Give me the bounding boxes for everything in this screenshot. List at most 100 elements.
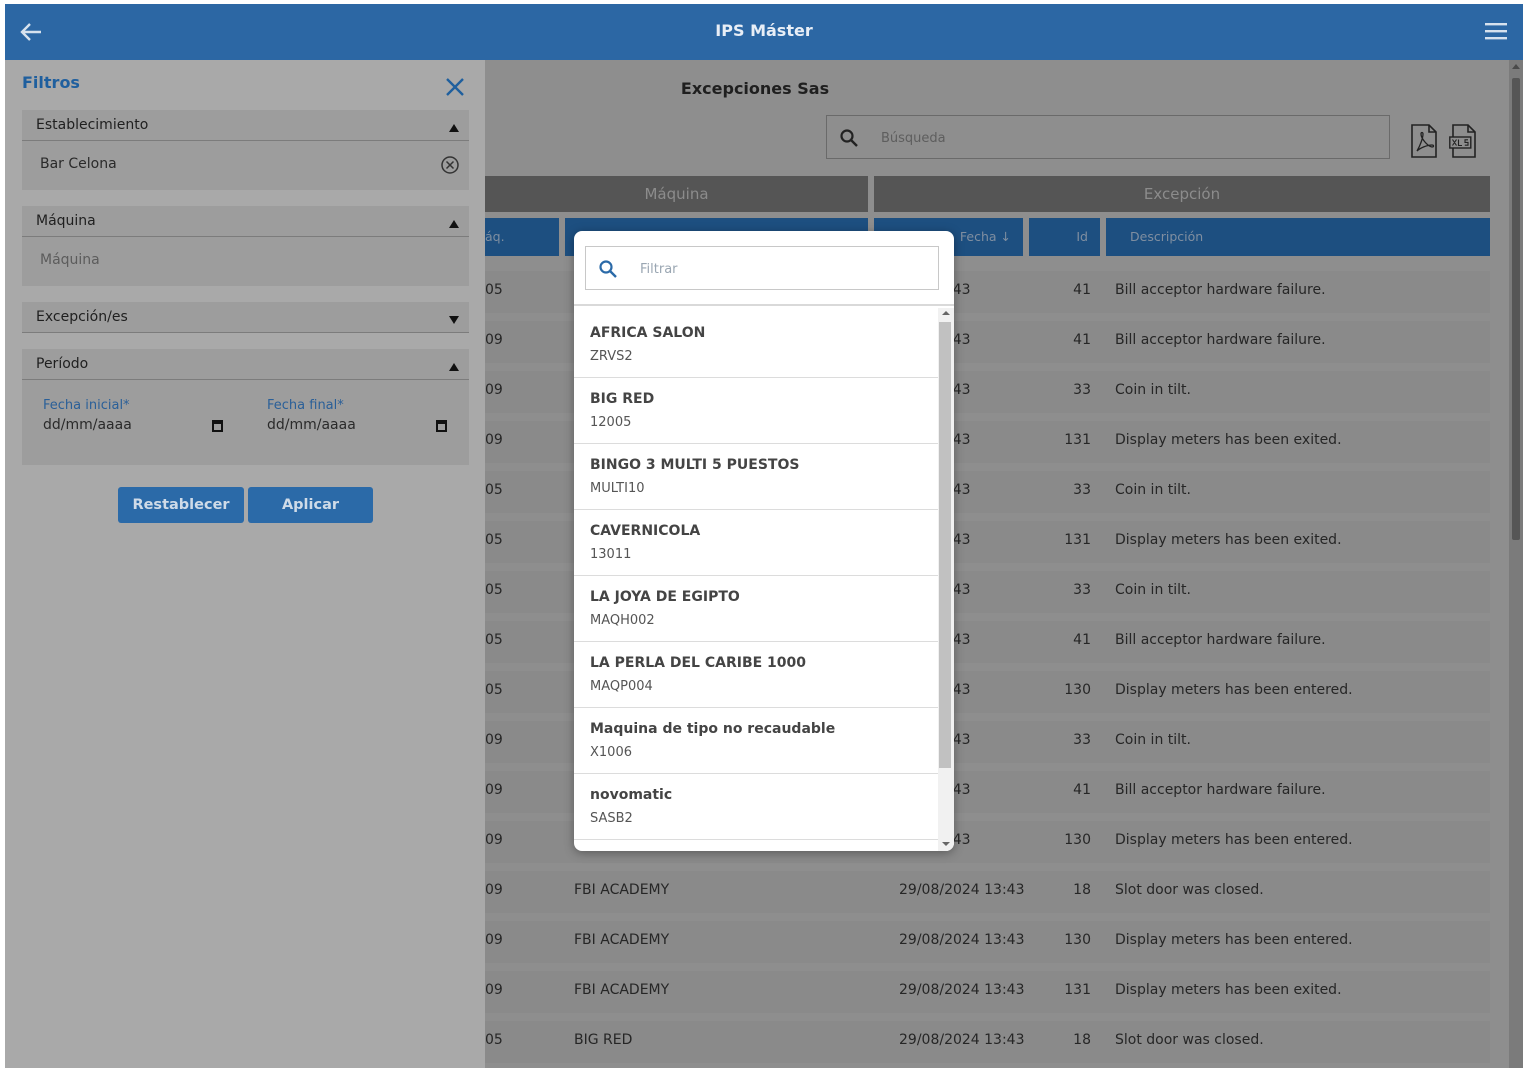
search-box[interactable]: [826, 115, 1390, 159]
col-header-num-maquina[interactable]: áq.: [485, 218, 559, 256]
search-icon: [599, 260, 617, 278]
divider: [574, 304, 954, 306]
cell-id: 131: [1064, 432, 1091, 448]
col-header-id[interactable]: Id: [1029, 218, 1100, 256]
calendar-icon[interactable]: [436, 420, 447, 432]
section-header-excepciones[interactable]: Excepción/es: [22, 302, 469, 333]
machine-dropdown: AFRICA SALON ZRVS2 BIG RED 12005 BINGO 3 MUL…: [574, 231, 954, 851]
cell-id: 18: [1073, 882, 1091, 898]
dropdown-option[interactable]: Maquina de tipo no recaudable X1006: [574, 708, 938, 774]
table-row[interactable]: 09 FBI ACADEMY 29/08/2024 13:43 131 Display …: [485, 971, 1490, 1013]
cell-id: 130: [1064, 682, 1091, 698]
option-code: SASB2: [590, 811, 633, 826]
dropdown-option[interactable]: CAVERNICOLA 13011: [574, 510, 938, 576]
dropdown-option[interactable]: AFRICA SALON ZRVS2: [574, 312, 938, 378]
reset-button[interactable]: Restablecer: [118, 487, 244, 523]
section-label: Máquina: [36, 213, 96, 229]
maquina-select[interactable]: Máquina: [40, 252, 100, 268]
col-header-label: Id: [1076, 229, 1088, 244]
clear-circle-icon[interactable]: [440, 155, 460, 175]
end-date-value: dd/mm/aaaa: [267, 417, 356, 433]
cell-descripcion: Coin in tilt.: [1115, 582, 1191, 598]
cell-descripcion: Coin in tilt.: [1115, 732, 1191, 748]
xls-file-icon[interactable]: [1449, 124, 1477, 158]
section-header-maquina[interactable]: Máquina: [22, 206, 469, 237]
dropdown-option[interactable]: BIG RED 12005: [574, 378, 938, 444]
scroll-down-arrow[interactable]: [942, 842, 950, 846]
option-name: novomatic: [590, 787, 673, 803]
cell-num-maquina: 09: [485, 332, 503, 348]
search-input[interactable]: [881, 128, 1361, 148]
dropdown-option[interactable]: LA JOYA DE EGIPTO MAQH002: [574, 576, 938, 642]
dropdown-option[interactable]: novomatic SASB2: [574, 774, 938, 840]
scroll-up-arrow[interactable]: [942, 311, 950, 315]
dropdown-filter-input[interactable]: [640, 259, 920, 279]
cell-num-maquina: 05: [485, 482, 503, 498]
search-icon: [840, 129, 858, 147]
start-date-value: dd/mm/aaaa: [43, 417, 132, 433]
app-title: IPS Máster: [715, 21, 813, 40]
cell-fecha: 29/08/2024 13:43: [899, 1032, 1025, 1048]
cell-num-maquina: 09: [485, 832, 503, 848]
cell-num-maquina: 09: [485, 382, 503, 398]
cell-id: 18: [1073, 1032, 1091, 1048]
section-header-establecimiento[interactable]: Establecimiento: [22, 110, 469, 141]
cell-descripcion: Bill acceptor hardware failure.: [1115, 782, 1326, 798]
table-row[interactable]: 09 FBI ACADEMY 29/08/2024 13:43 130 Display …: [485, 921, 1490, 963]
cell-descripcion: Coin in tilt.: [1115, 482, 1191, 498]
option-code: 13011: [590, 547, 632, 562]
section-label: Período: [36, 356, 89, 372]
hamburger-menu-icon[interactable]: [1485, 22, 1507, 40]
cell-fecha: 29/08/2024 13:43: [899, 882, 1025, 898]
cell-id: 33: [1073, 582, 1091, 598]
establecimiento-select[interactable]: Bar Celona: [40, 156, 117, 172]
dropdown-option-list: AFRICA SALON ZRVS2 BIG RED 12005 BINGO 3 MUL…: [574, 312, 938, 847]
collapse-up-icon: [449, 220, 459, 228]
group-header-maquina: Máquina: [485, 176, 868, 212]
table-row[interactable]: 05 BIG RED 29/08/2024 13:43 18 Slot door was…: [485, 1021, 1490, 1063]
dropdown-filter-box[interactable]: [585, 246, 939, 290]
option-code: MULTI10: [590, 481, 645, 496]
col-header-label: Descripción: [1130, 229, 1204, 244]
option-name: BINGO 3 MULTI 5 PUESTOS: [590, 457, 800, 473]
cell-descripcion: Display meters has been exited.: [1115, 982, 1342, 998]
dropdown-option[interactable]: LA PERLA DEL CARIBE 1000 MAQP004: [574, 642, 938, 708]
section-establecimiento: Establecimiento Bar Celona: [22, 110, 469, 190]
cell-id: 33: [1073, 382, 1091, 398]
end-date-input[interactable]: dd/mm/aaaa: [267, 417, 449, 437]
cell-num-maquina: 05: [485, 1032, 503, 1048]
cell-descripcion: Bill acceptor hardware failure.: [1115, 332, 1326, 348]
close-icon[interactable]: [445, 77, 465, 97]
cell-descripcion: Coin in tilt.: [1115, 382, 1191, 398]
section-header-periodo[interactable]: Período: [22, 349, 469, 380]
cell-descripcion: Display meters has been entered.: [1115, 682, 1353, 698]
cell-id: 33: [1073, 482, 1091, 498]
cell-num-maquina: 09: [485, 432, 503, 448]
cell-fecha: 29/08/2024 13:43: [899, 982, 1025, 998]
start-date-input[interactable]: dd/mm/aaaa: [43, 417, 225, 437]
calendar-icon[interactable]: [212, 420, 223, 432]
col-header-descripcion[interactable]: Descripción: [1106, 218, 1490, 256]
cell-descripcion: Bill acceptor hardware failure.: [1115, 282, 1326, 298]
apply-button[interactable]: Aplicar: [248, 487, 373, 523]
cell-descripcion: Display meters has been exited.: [1115, 432, 1342, 448]
cell-num-maquina: 09: [485, 932, 503, 948]
cell-id: 41: [1073, 282, 1091, 298]
option-code: MAQH002: [590, 613, 655, 628]
option-code: MAQP004: [590, 679, 653, 694]
pdf-file-icon[interactable]: [1410, 124, 1438, 158]
cell-maquina: FBI ACADEMY: [574, 882, 670, 898]
table-row[interactable]: 09 FBI ACADEMY 29/08/2024 13:43 18 Slot door…: [485, 871, 1490, 913]
page-scrollbar[interactable]: [1509, 60, 1523, 1068]
cell-id: 33: [1073, 732, 1091, 748]
section-periodo: Período Fecha inicial* dd/mm/aaaa Fecha …: [22, 349, 469, 465]
scroll-up-arrow[interactable]: [1512, 64, 1520, 69]
cell-num-maquina: 05: [485, 282, 503, 298]
scroll-thumb[interactable]: [1512, 78, 1520, 540]
expand-down-icon: [449, 316, 459, 324]
scroll-thumb[interactable]: [939, 322, 951, 768]
dropdown-option[interactable]: BINGO 3 MULTI 5 PUESTOS MULTI10: [574, 444, 938, 510]
end-date-label: Fecha final*: [267, 398, 344, 413]
dropdown-scrollbar[interactable]: [938, 308, 954, 851]
option-name: LA JOYA DE EGIPTO: [590, 589, 740, 605]
